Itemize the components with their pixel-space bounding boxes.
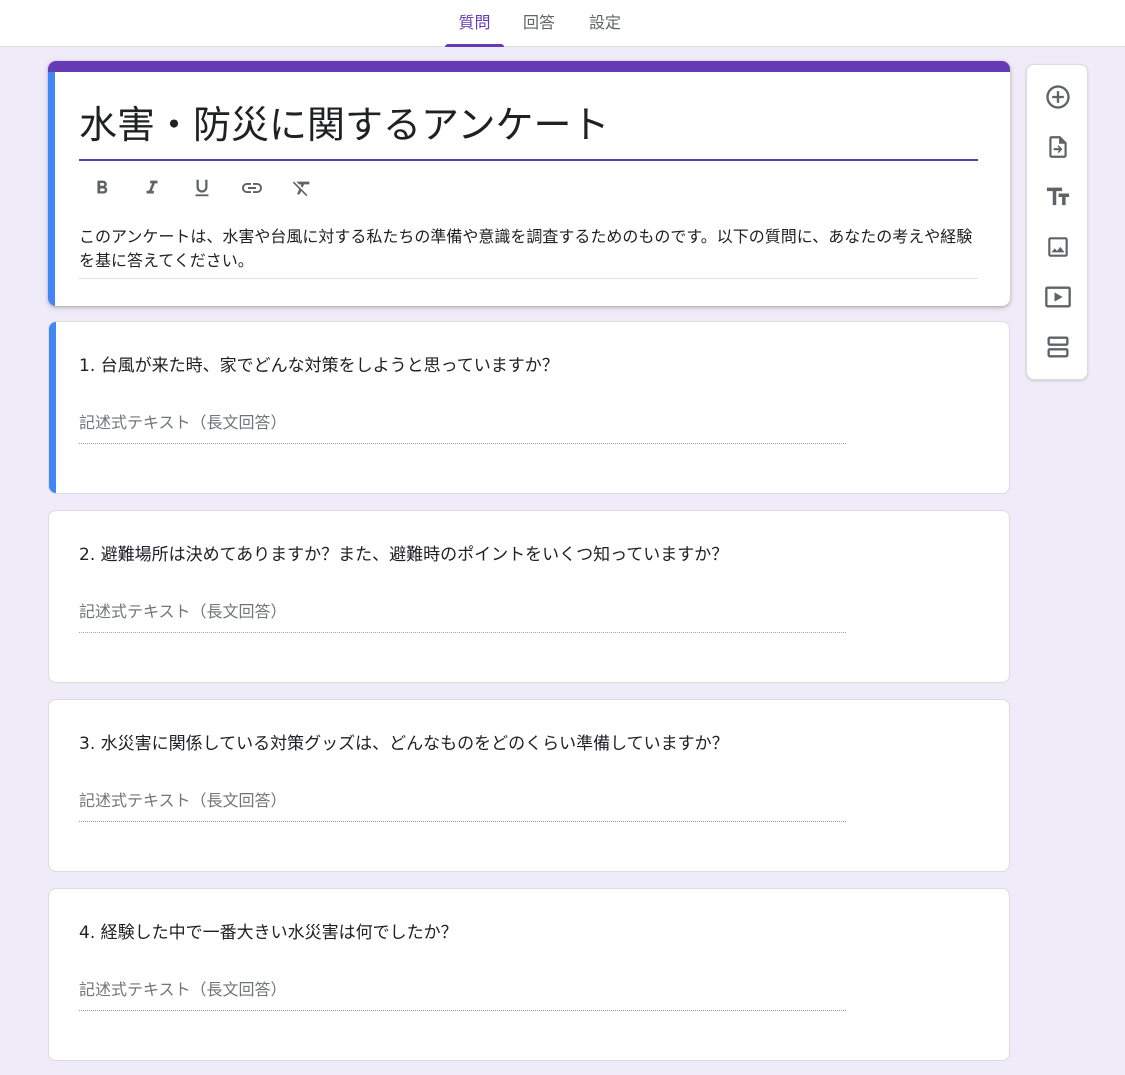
question-title[interactable]: 3. 水災害に関係している対策グッズは、どんなものをどのくらい準備していますか？ — [79, 732, 959, 756]
bold-button[interactable] — [88, 172, 116, 204]
question-card[interactable]: 4. 経験した中で一番大きい水災害は何でしたか？ 記述式テキスト（長文回答） — [48, 888, 1010, 1061]
add-question-button[interactable] — [1038, 77, 1078, 117]
import-questions-icon — [1049, 136, 1067, 158]
tab-settings-label: 設定 — [588, 13, 621, 32]
clear-format-icon — [292, 181, 310, 197]
long-answer-placeholder: 記述式テキスト（長文回答） — [79, 410, 846, 444]
link-icon — [242, 183, 262, 193]
long-answer-placeholder: 記述式テキスト（長文回答） — [79, 977, 846, 1011]
add-title-icon — [1046, 187, 1070, 206]
question-title[interactable]: 2. 避難場所は決めてありますか？また、避難時のポイントをいくつ知っていますか？ — [79, 543, 959, 567]
header-accent-bar — [48, 61, 1010, 72]
add-section-icon — [1047, 336, 1069, 358]
question-card[interactable]: 3. 水災害に関係している対策グッズは、どんなものをどのくらい準備していますか？… — [48, 699, 1010, 872]
clear-format-button[interactable] — [288, 172, 316, 204]
question-title[interactable]: 4. 経験した中で一番大きい水災害は何でしたか？ — [79, 921, 959, 945]
question-title[interactable]: 1. 台風が来た時、家でどんな対策をしようと思っていますか？ — [79, 354, 959, 378]
form-title-field[interactable]: 水害・防災に関するアンケート — [79, 99, 978, 161]
top-tab-bar: 質問 回答 設定 — [0, 0, 1125, 47]
question-card[interactable]: 2. 避難場所は決めてありますか？また、避難時のポイントをいくつ知っていますか？… — [48, 510, 1010, 683]
long-answer-placeholder: 記述式テキスト（長文回答） — [79, 788, 846, 822]
focus-indicator — [48, 72, 55, 306]
import-questions-button[interactable] — [1038, 127, 1078, 167]
add-image-button[interactable] — [1038, 227, 1078, 267]
add-video-icon — [1045, 286, 1071, 308]
long-answer-placeholder: 記述式テキスト（長文回答） — [79, 599, 846, 633]
focus-indicator — [49, 322, 56, 493]
tab-questions[interactable]: 質問 — [445, 0, 504, 47]
tab-responses-label: 回答 — [522, 13, 555, 32]
tab-questions-label: 質問 — [458, 13, 491, 32]
italic-button[interactable] — [138, 172, 166, 204]
form-header-card[interactable]: 水害・防災に関するアンケート このアンケートは、水害や台風に対する私たちの準備や… — [48, 61, 1010, 306]
underline-icon — [195, 179, 209, 197]
tab-settings[interactable]: 設定 — [579, 0, 631, 47]
question-card[interactable]: 1. 台風が来た時、家でどんな対策をしようと思っていますか？ 記述式テキスト（長… — [48, 321, 1010, 494]
active-tab-indicator — [445, 44, 504, 47]
add-question-icon — [1046, 85, 1070, 109]
add-video-button[interactable] — [1038, 277, 1078, 317]
form-description-field[interactable]: このアンケートは、水害や台風に対する私たちの準備や意識を調査するためのものです。… — [79, 225, 978, 279]
add-image-icon — [1048, 237, 1068, 257]
bold-icon — [97, 180, 108, 194]
tab-responses[interactable]: 回答 — [513, 0, 565, 47]
add-section-button[interactable] — [1038, 327, 1078, 367]
italic-icon — [146, 180, 158, 194]
underline-button[interactable] — [188, 172, 216, 204]
link-button[interactable] — [238, 172, 266, 204]
floating-side-toolbar — [1026, 64, 1088, 380]
add-title-button[interactable] — [1038, 177, 1078, 217]
